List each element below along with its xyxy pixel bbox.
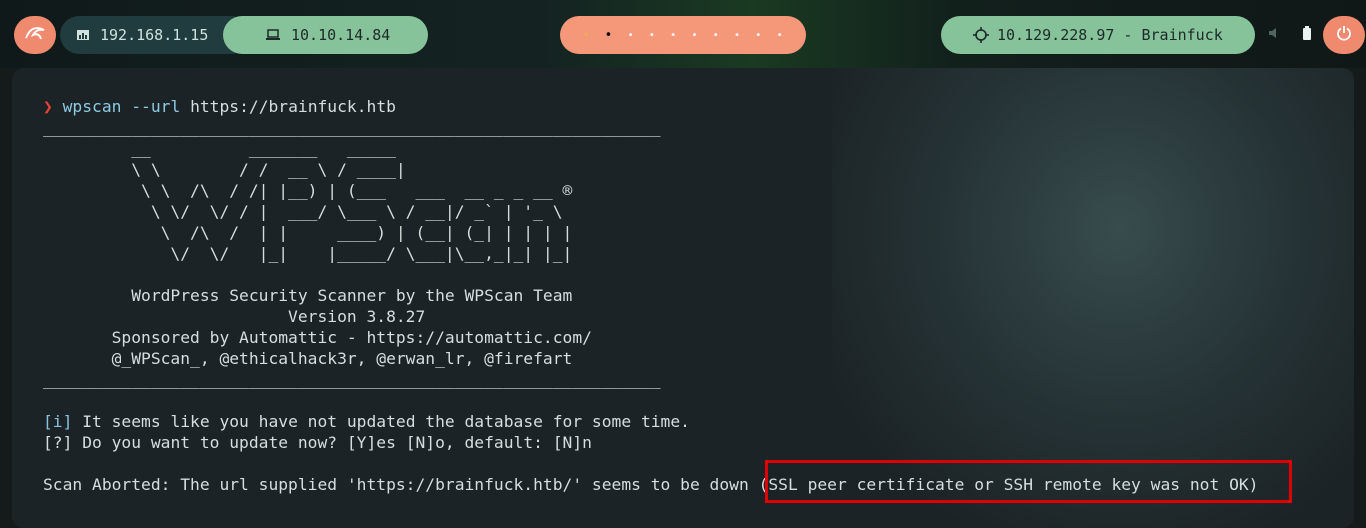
network-icon bbox=[76, 29, 90, 41]
workspace-dot[interactable]: • bbox=[691, 30, 697, 41]
workspace-dot[interactable]: • bbox=[670, 30, 676, 41]
workspace-dot[interactable]: • bbox=[605, 28, 613, 43]
power-button[interactable] bbox=[1323, 16, 1365, 54]
workspace-switcher[interactable]: • • • • • • • • • • bbox=[560, 16, 806, 54]
workspace-dot[interactable]: • bbox=[777, 30, 783, 41]
volume-icon[interactable] bbox=[1268, 27, 1282, 42]
banner-line: \ \ /\ / /| |__) | (___ ___ __ _ _ __ ® bbox=[43, 181, 573, 200]
workspace-dot[interactable]: • bbox=[628, 30, 634, 41]
notice-tag: [i] bbox=[43, 412, 73, 431]
terminal-window[interactable]: ❯ wpscan --url https://brainfuck.htb ___… bbox=[12, 68, 1354, 528]
abort-text: Scan Aborted: The url supplied 'https://… bbox=[43, 475, 759, 494]
info-line: Sponsored by Automattic - https://automa… bbox=[43, 328, 592, 347]
command-arg: https://brainfuck.htb bbox=[190, 97, 396, 116]
target-label: 10.129.228.97 - Brainfuck bbox=[997, 26, 1223, 44]
vpn-ip-label: 10.10.14.84 bbox=[291, 26, 391, 44]
banner-line: \ \/ \/ / | ___/ \___ \ / __|/ _` | '_ \ bbox=[43, 202, 563, 221]
banner-line: \ /\ / | | ____) | (__| (_| | | | | bbox=[43, 223, 573, 242]
info-line: Version 3.8.27 bbox=[43, 307, 426, 326]
question-text: Do you want to update now? [Y]es [N]o, d… bbox=[72, 433, 592, 452]
kali-dragon-icon bbox=[24, 24, 46, 46]
kali-menu-button[interactable] bbox=[14, 16, 56, 54]
terminal-output: ❯ wpscan --url https://brainfuck.htb ___… bbox=[43, 96, 1258, 495]
prompt-symbol: ❯ bbox=[43, 97, 53, 116]
info-line: WordPress Security Scanner by the WPScan… bbox=[43, 286, 573, 305]
host-ip-label: 192.168.1.15 bbox=[100, 26, 209, 44]
command-text: wpscan --url bbox=[62, 97, 181, 116]
banner-line: \/ \/ |_| |_____/ \___|\__,_|_| |_| bbox=[43, 244, 573, 263]
notice-text: It seems like you have not updated the d… bbox=[72, 412, 690, 431]
separator-line: ________________________________________… bbox=[43, 118, 661, 137]
banner-line: __ _______ _____ bbox=[43, 139, 396, 158]
laptop-icon bbox=[265, 29, 281, 41]
battery-icon[interactable] bbox=[1303, 26, 1311, 43]
workspace-dot[interactable]: • bbox=[734, 30, 740, 41]
question-tag: [?] bbox=[43, 433, 73, 452]
highlight-box bbox=[765, 460, 1292, 503]
workspace-dot[interactable]: • bbox=[583, 30, 589, 41]
crosshair-icon bbox=[973, 27, 989, 43]
vpn-ip-indicator: 10.10.14.84 bbox=[223, 16, 428, 54]
workspace-dot[interactable]: • bbox=[713, 30, 719, 41]
target-indicator: 10.129.228.97 - Brainfuck bbox=[941, 16, 1255, 54]
top-bar: 192.168.1.15 10.10.14.84 • • • • • • • •… bbox=[0, 0, 1366, 68]
host-ip-indicator: 192.168.1.15 bbox=[60, 16, 250, 54]
power-icon bbox=[1336, 25, 1352, 45]
info-line: @_WPScan_, @ethicalhack3r, @erwan_lr, @f… bbox=[43, 349, 573, 368]
separator-line: ________________________________________… bbox=[43, 370, 661, 389]
workspace-dot[interactable]: • bbox=[649, 30, 655, 41]
workspace-dot[interactable]: • bbox=[755, 30, 761, 41]
banner-line: \ \ / / __ \ / ____| bbox=[43, 160, 406, 179]
